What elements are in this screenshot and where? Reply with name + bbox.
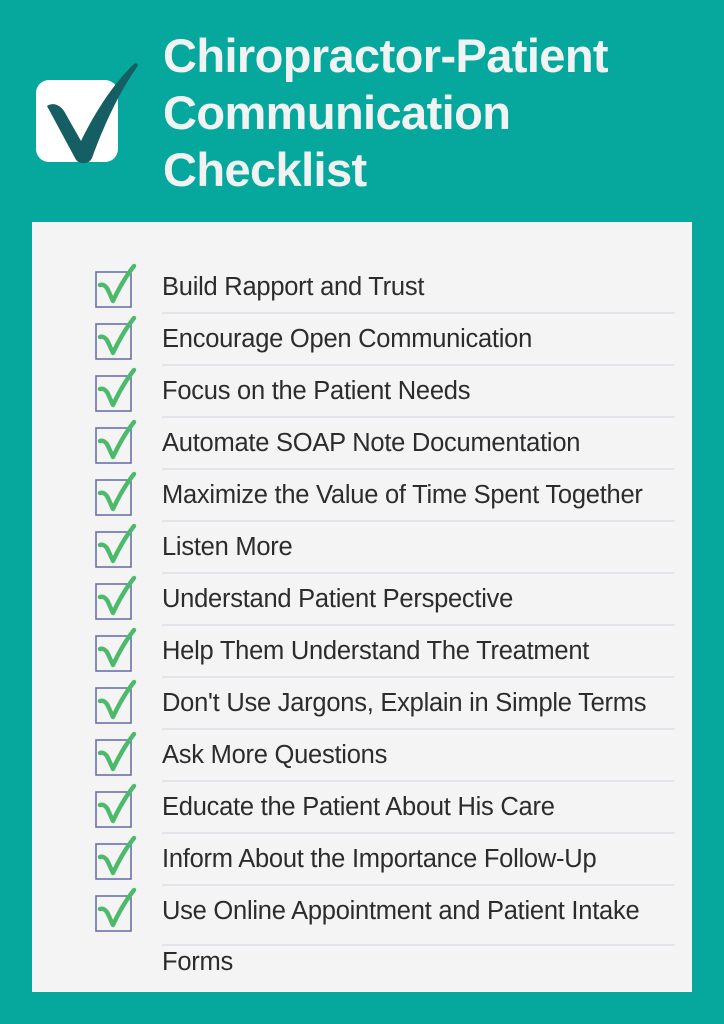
- list-item[interactable]: Inform About the Importance Follow-Up: [95, 834, 675, 886]
- list-item[interactable]: Build Rapport and Trust: [95, 262, 675, 314]
- list-item[interactable]: Ask More Questions: [95, 730, 675, 782]
- checkbox-checked-icon[interactable]: [95, 367, 139, 414]
- list-item[interactable]: Listen More: [95, 522, 675, 574]
- list-item[interactable]: Automate SOAP Note Documentation: [95, 418, 675, 470]
- checkbox-checked-icon[interactable]: [95, 523, 139, 570]
- list-item-label: Maximize the Value of Time Spent Togethe…: [162, 481, 643, 509]
- checkbox-checked-icon[interactable]: [95, 731, 139, 778]
- list-item-label: Ask More Questions: [162, 741, 388, 769]
- list-item-label: Listen More: [162, 533, 293, 561]
- list-item-label: Automate SOAP Note Documentation: [162, 429, 581, 457]
- checkbox-checked-icon[interactable]: [95, 419, 139, 466]
- list-item-label: Help Them Understand The Treatment: [162, 637, 590, 665]
- list-item[interactable]: Focus on the Patient Needs: [95, 366, 675, 418]
- header-banner: Chiropractor-Patient Communication Check…: [0, 0, 724, 222]
- list-item[interactable]: Don't Use Jargons, Explain in Simple Ter…: [95, 678, 675, 730]
- checkbox-checked-icon[interactable]: [95, 575, 139, 622]
- checkbox-checked-icon[interactable]: [95, 887, 139, 934]
- list-item[interactable]: Help Them Understand The Treatment: [95, 626, 675, 678]
- checkbox-checked-icon[interactable]: [95, 471, 139, 518]
- list-item-label: Don't Use Jargons, Explain in Simple Ter…: [162, 689, 647, 717]
- checkbox-checked-icon[interactable]: [95, 263, 139, 310]
- list-item-label: Encourage Open Communication: [162, 325, 533, 353]
- checkbox-checked-icon[interactable]: [95, 783, 139, 830]
- list-item[interactable]: Use Online Appointment and Patient Intak…: [95, 886, 675, 990]
- list-item[interactable]: Educate the Patient About His Care: [95, 782, 675, 834]
- list-item-label: Use Online Appointment and Patient Intak…: [162, 897, 640, 976]
- checkbox-checked-icon[interactable]: [95, 835, 139, 882]
- list-item-label: Understand Patient Perspective: [162, 585, 514, 613]
- checkbox-checked-icon[interactable]: [95, 627, 139, 674]
- checkbox-check-icon: [30, 48, 142, 166]
- list-item[interactable]: Encourage Open Communication: [95, 314, 675, 366]
- list-item-label: Build Rapport and Trust: [162, 273, 425, 301]
- checklist: Build Rapport and Trust Encourage Open C…: [95, 262, 675, 990]
- checklist-panel: Build Rapport and Trust Encourage Open C…: [32, 222, 692, 992]
- list-item-label: Focus on the Patient Needs: [162, 377, 471, 405]
- checkbox-checked-icon[interactable]: [95, 679, 139, 726]
- poster-canvas: Chiropractor-Patient Communication Check…: [0, 0, 724, 1024]
- list-divider: [162, 944, 675, 946]
- list-item-label: Educate the Patient About His Care: [162, 793, 555, 821]
- list-item-label: Inform About the Importance Follow-Up: [162, 845, 597, 873]
- page-title: Chiropractor-Patient Communication Check…: [163, 29, 609, 196]
- list-item[interactable]: Understand Patient Perspective: [95, 574, 675, 626]
- list-item[interactable]: Maximize the Value of Time Spent Togethe…: [95, 470, 675, 522]
- checkbox-checked-icon[interactable]: [95, 315, 139, 362]
